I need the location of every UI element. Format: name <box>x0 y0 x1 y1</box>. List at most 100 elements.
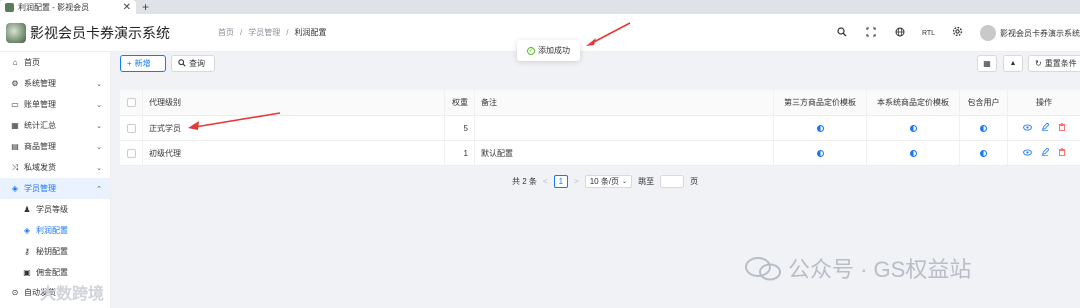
new-tab-button[interactable]: + <box>142 0 149 14</box>
refresh-icon: ↻ <box>1035 59 1042 68</box>
shuffle-icon: ⤨ <box>11 162 19 172</box>
page-size-select[interactable]: 10 条/页 ⌄ <box>584 174 633 188</box>
row-select-cell <box>120 116 143 140</box>
pagination: 共 2 条 < 1 > 10 条/页 ⌄ 跳至 页 <box>512 174 698 188</box>
home-icon: ⌂ <box>12 58 18 67</box>
sidebar-subitem-key-config[interactable]: ⚷ 秘钥配置 <box>0 241 110 262</box>
add-button-label: 新增 <box>134 59 151 68</box>
header-actions: RTL 影视会员卡券演示系统 <box>827 14 1080 52</box>
column-header[interactable]: 备注 <box>475 90 774 115</box>
breadcrumb-home[interactable]: 首页 <box>218 27 234 38</box>
delete-icon[interactable] <box>1058 148 1066 158</box>
globe-icon[interactable] <box>885 27 914 40</box>
table-row[interactable]: 正式学员 5 <box>120 116 1080 141</box>
column-header[interactable]: 包含用户 <box>960 90 1008 115</box>
users-icon[interactable] <box>980 124 987 132</box>
column-header[interactable]: 权重 <box>445 90 475 115</box>
row-select-cell <box>120 141 143 165</box>
sidebar-subitem-student-level[interactable]: ♟ 学员等级 <box>0 199 110 220</box>
chevron-down-icon: ⌄ <box>96 80 102 88</box>
gear-icon[interactable] <box>943 26 972 40</box>
table-row[interactable]: 初级代理 1 默认配置 <box>120 141 1080 166</box>
template-icon[interactable] <box>909 124 917 132</box>
sidebar-item-label: 账单管理 <box>24 100 56 109</box>
sidebar-item-label: 佣金配置 <box>36 268 68 277</box>
template-icon[interactable] <box>816 124 824 132</box>
edit-icon[interactable] <box>1041 147 1050 158</box>
auto-ship-icon: ⊙ <box>11 287 19 297</box>
sidebar-item-bills[interactable]: ▭ 账单管理 ⌄ <box>0 94 110 115</box>
remark-cell <box>475 116 774 140</box>
close-tab-icon[interactable]: ✕ <box>123 2 131 13</box>
chevron-down-icon: ⌄ <box>96 101 102 109</box>
browser-tab[interactable]: 利润配置 - 影视会员 ✕ <box>0 0 136 14</box>
page-suffix: 页 <box>690 176 699 186</box>
search-icon[interactable] <box>827 26 856 40</box>
sidebar-item-goods[interactable]: ▤ 商品管理 ⌄ <box>0 136 110 157</box>
jump-input[interactable] <box>660 174 685 188</box>
page-number[interactable]: 1 <box>553 174 569 188</box>
user-icon: ♟ <box>23 205 31 214</box>
users-cell <box>960 116 1008 140</box>
sidebar-item-stats[interactable]: ▦ 统计汇总 ⌄ <box>0 115 110 136</box>
query-button[interactable]: 查询 <box>171 55 215 72</box>
username[interactable]: 影视会员卡券演示系统 <box>1000 28 1080 39</box>
tag-icon: ◈ <box>11 184 19 193</box>
weight-cell: 5 <box>445 116 475 140</box>
sidebar-item-label: 系统管理 <box>24 79 56 88</box>
caret-up-icon: ▲ <box>1009 60 1017 67</box>
table-header-row: 代理级别 权重 备注 第三方商品定价模板 本系统商品定价模板 包含用户 操作 <box>120 90 1080 116</box>
sidebar-subitem-profit-config[interactable]: ◈ 利润配置 <box>0 220 110 241</box>
chevron-down-icon: ⌄ <box>96 164 102 172</box>
sidebar-item-system[interactable]: ⚙ 系统管理 ⌄ <box>0 73 110 94</box>
sidebar-item-label: 秘钥配置 <box>36 247 68 256</box>
row-checkbox[interactable] <box>126 123 136 133</box>
view-icon[interactable] <box>1022 123 1032 133</box>
column-header[interactable]: 本系统商品定价模板 <box>867 90 960 115</box>
bill-icon: ▭ <box>11 100 19 109</box>
wallet-icon: ▣ <box>23 268 31 277</box>
breadcrumb-students[interactable]: 学员管理 <box>248 27 280 38</box>
delete-icon[interactable] <box>1058 123 1066 133</box>
sidebar-item-label: 统计汇总 <box>24 121 56 130</box>
users-icon[interactable] <box>980 149 987 157</box>
sidebar-item-label: 首页 <box>24 58 40 67</box>
edit-icon[interactable] <box>1041 122 1050 133</box>
level-cell: 正式学员 <box>143 116 445 140</box>
users-cell <box>960 141 1008 165</box>
sidebar-item-label: 私域发货 <box>24 163 56 172</box>
stats-icon: ▦ <box>11 121 19 130</box>
actions-cell <box>1008 141 1080 165</box>
actions-cell <box>1008 116 1080 140</box>
row-checkbox[interactable] <box>126 148 136 158</box>
sidebar-item-students[interactable]: ◈ 学员管理 ⌃ <box>0 178 110 199</box>
sidebar-item-shipping[interactable]: ⤨ 私域发货 ⌄ <box>0 157 110 178</box>
goods-icon: ▤ <box>11 142 19 151</box>
collapse-button[interactable]: ▲ <box>1003 55 1023 72</box>
column-settings-button[interactable]: ▦ <box>977 55 997 72</box>
breadcrumb: 首页 / 学员管理 / 利润配置 <box>218 27 326 38</box>
total-count: 共 2 条 <box>512 176 537 186</box>
column-header[interactable]: 第三方商品定价模板 <box>774 90 867 115</box>
sidebar-item-label: 学员管理 <box>24 184 56 193</box>
template-icon[interactable] <box>909 149 917 157</box>
sidebar-item-home[interactable]: ⌂ 首页 <box>0 52 110 73</box>
add-button[interactable]: + 新增 <box>120 55 166 72</box>
template-icon[interactable] <box>816 149 824 157</box>
chevron-up-icon: ⌃ <box>96 185 102 193</box>
prev-page-button[interactable]: < <box>543 177 548 186</box>
plus-icon: + <box>127 59 132 68</box>
chevron-down-icon: ⌄ <box>96 122 102 130</box>
rtl-toggle[interactable]: RTL <box>914 30 943 37</box>
table-icon: ▦ <box>983 59 991 68</box>
reset-button[interactable]: ↻ 重置条件 <box>1028 55 1080 72</box>
chevron-down-icon: ⌄ <box>622 178 628 185</box>
avatar[interactable] <box>980 25 996 41</box>
select-all-checkbox[interactable] <box>126 98 136 107</box>
next-page-button[interactable]: > <box>574 177 579 186</box>
view-icon[interactable] <box>1022 148 1032 158</box>
column-header: 操作 <box>1036 98 1052 107</box>
fullscreen-icon[interactable] <box>856 26 885 40</box>
third-party-template-cell <box>774 116 867 140</box>
column-header[interactable]: 代理级别 <box>143 90 445 115</box>
